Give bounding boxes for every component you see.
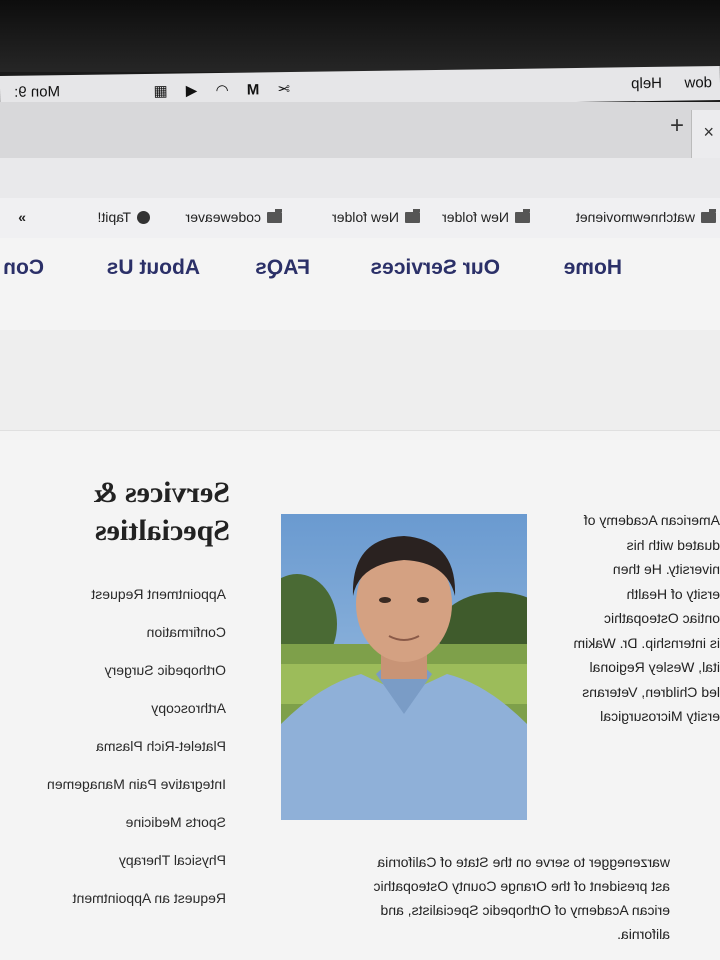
bio-line: ital, Wesley Regional	[589, 659, 720, 675]
bio-line: is internship. Dr. Wakim	[573, 634, 720, 651]
sidebar-link-arthroscopy[interactable]: Arthroscopy	[151, 700, 226, 716]
bio-paragraph-top: American Academy of duated with his nive…	[530, 508, 720, 729]
folder-icon	[515, 211, 530, 223]
menu-help[interactable]: Help	[631, 75, 662, 92]
folder-icon	[405, 211, 420, 223]
menubar-clock[interactable]: Mon 9:	[14, 83, 60, 101]
bookmark-label: New folder	[332, 209, 399, 225]
status-m-icon[interactable]: M	[247, 81, 260, 98]
close-icon[interactable]: ×	[703, 122, 714, 143]
site-nav: Home Our Services FAQs About Us Con	[0, 238, 720, 331]
nav-home[interactable]: Home	[564, 256, 622, 280]
bio-line: erican Academy of Orthopedic Specialists…	[380, 902, 671, 918]
globe-icon	[137, 210, 150, 224]
sidebar-link-request-appointment[interactable]: Request an Appointment	[73, 890, 226, 906]
bio-line: ontiac Osteopathic	[604, 610, 720, 626]
volume-icon[interactable]: ◀	[186, 82, 198, 99]
sidebar-link-integrative-pain[interactable]: Integrative Pain Managemen	[47, 776, 226, 792]
bookmarks-bar: watchnewmovienet New folder New folder c…	[0, 198, 720, 239]
nav-faqs[interactable]: FAQs	[255, 256, 310, 280]
sidebar-title: Services & Specialties	[92, 476, 230, 547]
wifi-icon[interactable]: ◠	[215, 82, 228, 99]
bookmark-label: watchnewmovienet	[575, 209, 695, 225]
bio-line: warzenegger to serve on the State of Cal…	[377, 854, 670, 870]
address-bar[interactable]	[0, 158, 720, 199]
status-app-icon[interactable]: ✂	[277, 81, 290, 98]
bio-line: niversity. He then	[612, 561, 720, 577]
monitor-screen: dow Help ✂ M ◠ ◀ ▦ Mon 9: × + watchnewmo…	[0, 0, 720, 960]
nav-contact[interactable]: Con	[3, 256, 44, 280]
sidebar-link-orthopedic-surgery[interactable]: Orthopedic Surgery	[105, 662, 226, 678]
sidebar-link-appointment-request[interactable]: Appointment Request	[91, 586, 226, 602]
bookmark-watchnewmovienet[interactable]: watchnewmovienet	[576, 209, 716, 225]
sidebar-link-physical-therapy[interactable]: Physical Therapy	[119, 852, 226, 868]
bio-line: duated with his	[626, 536, 720, 553]
sidebar-link-sports-medicine[interactable]: Sports Medicine	[126, 814, 226, 830]
bookmark-label: Tapit!	[97, 209, 131, 225]
bookmark-label: codeweaver	[185, 209, 262, 225]
sidebar-link-confirmation[interactable]: Confirmation	[147, 624, 226, 640]
bio-line: American Academy of	[583, 512, 720, 528]
services-sidebar: Services & Specialties Appointment Reque…	[0, 474, 230, 906]
doctor-portrait	[281, 514, 527, 820]
menu-window[interactable]: dow	[684, 74, 712, 91]
web-page: Home Our Services FAQs About Us Con Amer…	[0, 238, 720, 960]
nav-about-us[interactable]: About Us	[107, 256, 200, 280]
folder-icon	[267, 211, 282, 223]
browser-tabbar: × +	[0, 102, 720, 158]
header-band	[0, 330, 720, 431]
bio-line: ersity of Health	[626, 585, 720, 602]
folder-icon	[701, 211, 716, 223]
status-icons: ✂ M ◠ ◀ ▦	[153, 80, 290, 100]
bio-line: ast president of the Orange County Osteo…	[373, 878, 670, 894]
bio-line: ersity Microsurgical	[600, 708, 720, 724]
monitor-bezel	[0, 0, 720, 72]
bookmark-new-folder-2[interactable]: New folder	[332, 209, 420, 225]
nav-our-services[interactable]: Our Services	[370, 256, 500, 280]
bio-line: alifornia.	[617, 926, 670, 942]
bookmark-codeweaver[interactable]: codeweaver	[185, 209, 282, 225]
bookmark-tapit[interactable]: Tapit!	[98, 209, 150, 225]
bio-paragraph-bottom: warzenegger to serve on the State of Cal…	[350, 850, 670, 946]
portrait-illustration	[281, 514, 527, 820]
bookmark-new-folder-1[interactable]: New folder	[442, 209, 530, 225]
keyboard-icon[interactable]: ▦	[153, 83, 167, 100]
browser-tab[interactable]: ×	[691, 110, 720, 158]
new-tab-button[interactable]: +	[670, 112, 684, 140]
bookmarks-overflow-button[interactable]: »	[18, 209, 26, 225]
bio-line: led Children, Veterans	[582, 683, 720, 700]
sidebar-link-platelet-rich-plasma[interactable]: Platelet-Rich Plasma	[96, 738, 226, 754]
bookmark-label: New folder	[442, 209, 509, 225]
